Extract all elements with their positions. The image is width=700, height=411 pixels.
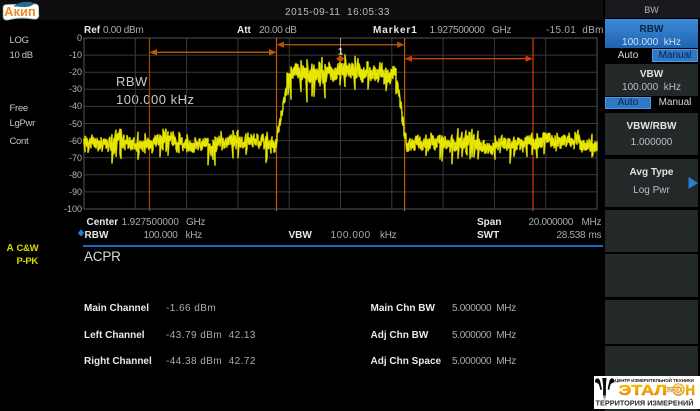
svg-text:ЦЕНТР ИЗМЕРИТЕЛЬНОЙ ТЕХНИКИ: ЦЕНТР ИЗМЕРИТЕЛЬНОЙ ТЕХНИКИ [615,376,694,383]
svg-text:ПРИБОР: ПРИБОР [667,388,680,392]
svg-text:Н: Н [686,383,696,399]
svg-text:1: 1 [338,47,343,57]
svg-text:ТЕРРИТОРИЯ ИЗМЕРЕНИЙ: ТЕРРИТОРИЯ ИЗМЕРЕНИЙ [596,399,694,408]
svg-text:ЭТАЛ: ЭТАЛ [619,383,668,399]
svg-text:Акип: Акип [4,5,36,19]
